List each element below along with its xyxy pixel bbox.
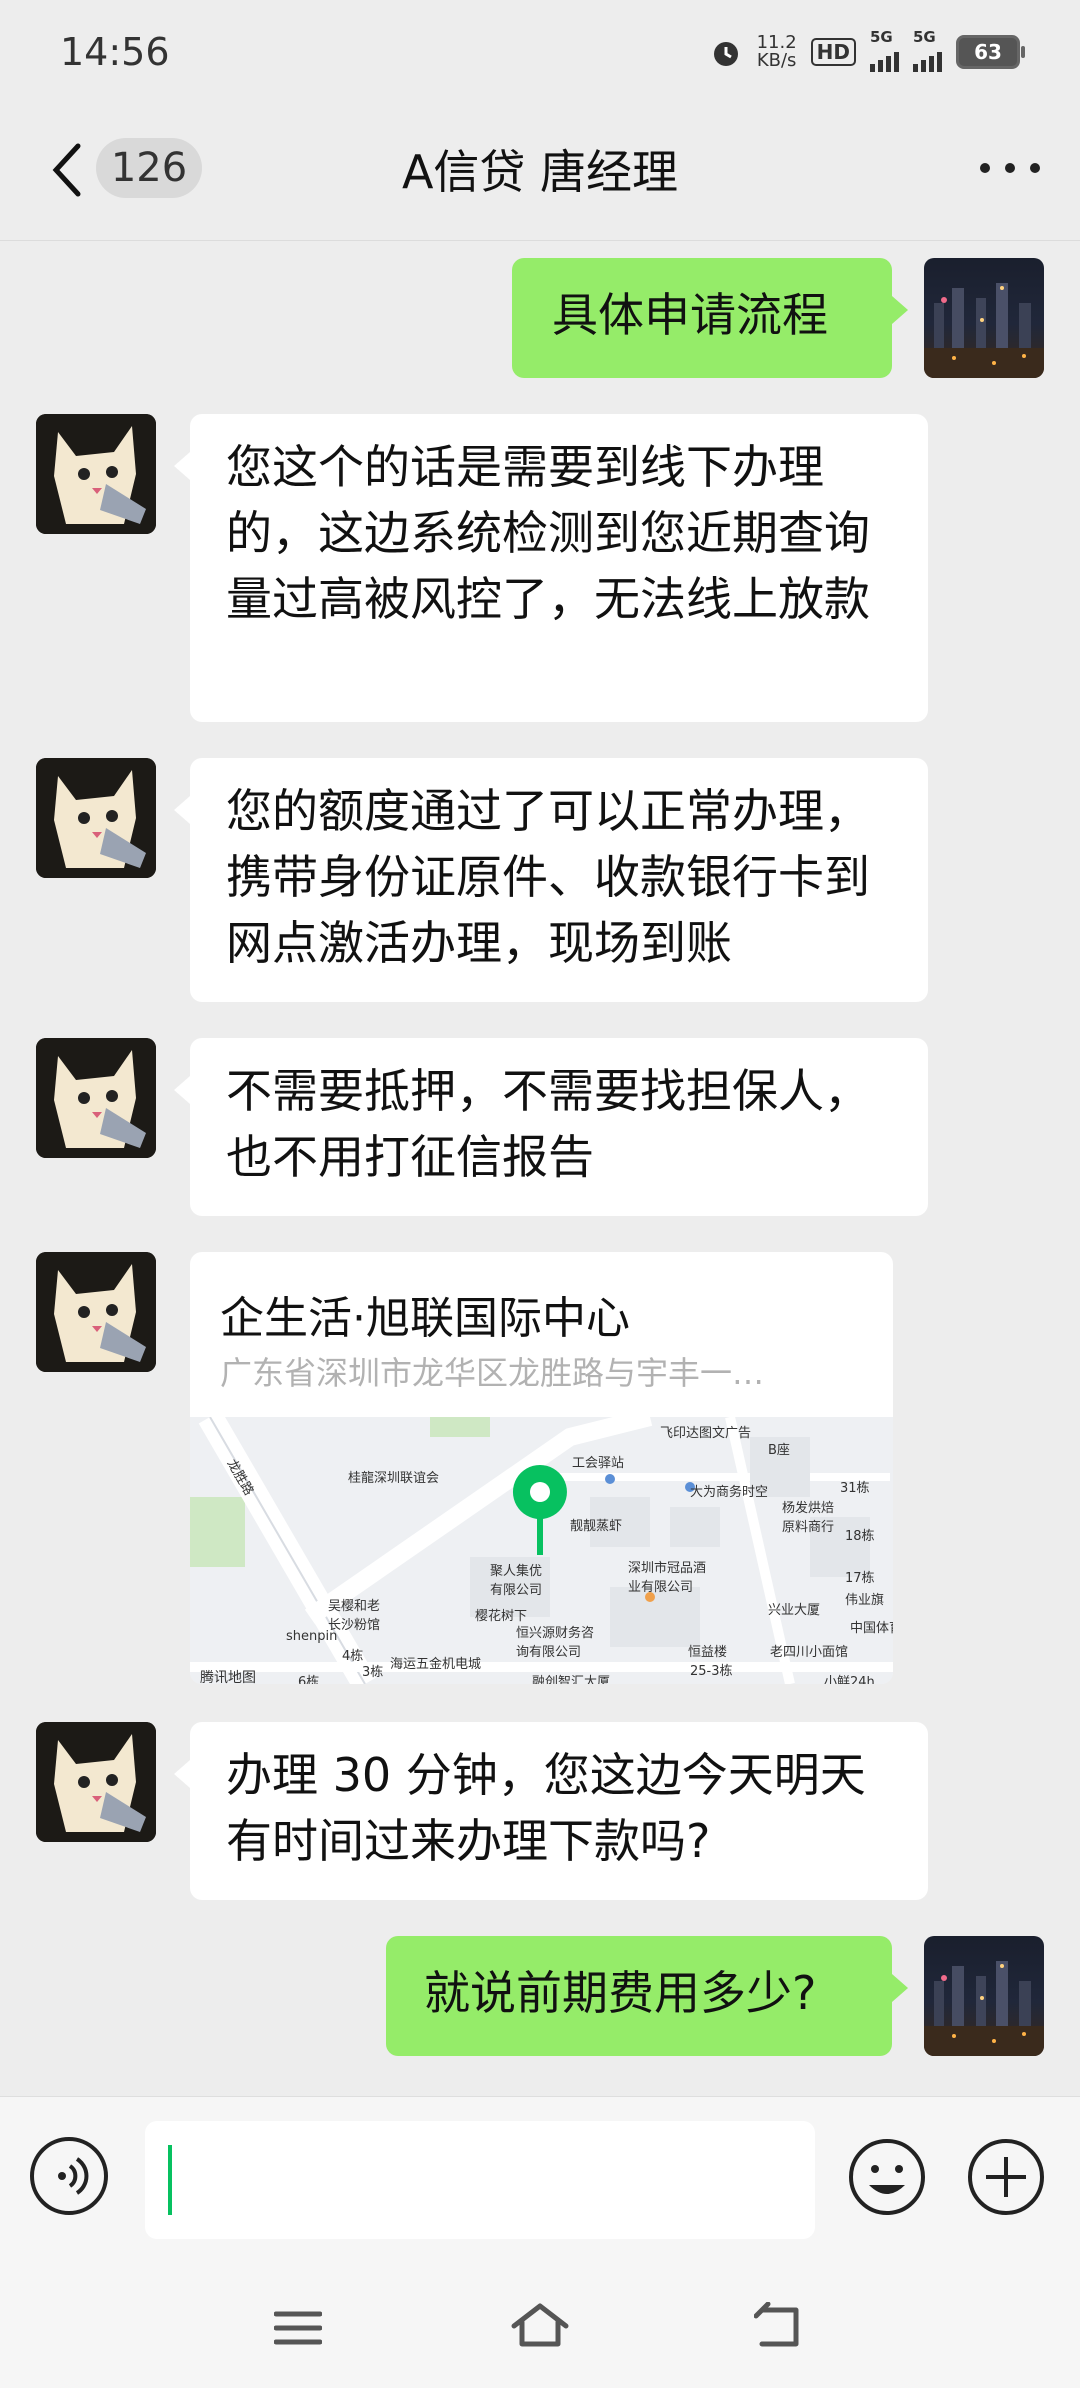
cartoon-cat-avatar-icon <box>36 1038 156 1158</box>
signal-sim1-icon: 5G <box>870 28 899 72</box>
plus-icon[interactable] <box>966 2137 1046 2217</box>
text-cursor <box>168 2145 172 2215</box>
location-map[interactable]: 龙胜路 桂龍深圳联谊会 工会驿站 飞印达图文广告 B座 大为商务时空 靓靓蒸虾 … <box>190 1417 893 1684</box>
menu-icon[interactable] <box>274 2308 322 2348</box>
map-pin-icon <box>512 1465 567 1555</box>
status-bar: 14:56 11.2 KB/s HD 5G 5G 63 <box>0 0 1080 110</box>
message-input[interactable] <box>145 2121 815 2239</box>
system-nav-bar <box>0 2256 1080 2388</box>
agent-avatar[interactable] <box>36 758 156 878</box>
cartoon-cat-avatar-icon <box>36 414 156 534</box>
voice-input-icon[interactable] <box>30 2137 108 2215</box>
cartoon-cat-avatar-icon <box>36 1252 156 1372</box>
my-message[interactable]: 就说前期费用多少? <box>386 1936 908 2056</box>
location-card[interactable]: 企生活·旭联国际中心 广东省深圳市龙华区龙胜路与宇丰一… 龙胜路 桂龍深圳联谊会… <box>190 1252 893 1684</box>
chat-title: A信贷 唐经理 <box>401 145 679 199</box>
agent-message[interactable]: 不需要抵押，不需要找担保人，也不用打征信报告 <box>174 1038 928 1216</box>
location-address: 广东省深圳市龙华区龙胜路与宇丰一… <box>220 1354 765 1392</box>
emoji-icon[interactable] <box>847 2137 927 2217</box>
cartoon-cat-avatar-icon <box>36 758 156 878</box>
header-divider <box>0 240 1080 241</box>
agent-avatar[interactable] <box>36 1038 156 1158</box>
more-options-icon[interactable] <box>980 158 1040 178</box>
agent-message[interactable]: 办理 30 分钟，您这边今天明天有时间过来办理下款吗? <box>174 1722 928 1900</box>
night-city-avatar-icon <box>924 283 1044 378</box>
cartoon-cat-avatar-icon <box>36 1722 156 1842</box>
agent-avatar[interactable] <box>36 1252 156 1372</box>
input-bar <box>0 2096 1080 2257</box>
agent-message[interactable]: 您这个的话是需要到线下办理的，这边系统检测到您近期查询量过高被风控了，无法线上放… <box>174 414 928 722</box>
status-time: 14:56 <box>60 30 170 74</box>
location-name: 企生活·旭联国际中心 <box>220 1293 630 1344</box>
night-city-avatar-icon <box>924 1961 1044 2056</box>
battery-icon: 63 <box>956 35 1025 69</box>
agent-message[interactable]: 您的额度通过了可以正常办理，携带身份证原件、收款银行卡到网点激活办理，现场到账 <box>174 758 928 1002</box>
my-avatar[interactable] <box>924 1936 1044 2056</box>
status-icons: 11.2 KB/s HD 5G 5G 63 <box>709 28 1025 72</box>
hd-badge: HD <box>810 38 856 66</box>
agent-avatar[interactable] <box>36 414 156 534</box>
chat-header: 126 A信贷 唐经理 <box>0 110 1080 240</box>
map-provider-label: 腾讯地图 <box>200 1670 256 1684</box>
net-speed: 11.2 KB/s <box>756 32 797 71</box>
back-icon[interactable] <box>754 2302 804 2350</box>
my-avatar[interactable] <box>924 258 1044 378</box>
home-icon[interactable] <box>510 2300 570 2350</box>
alarm-clock-icon <box>713 42 738 66</box>
agent-avatar[interactable] <box>36 1722 156 1842</box>
signal-sim2-icon: 5G <box>913 28 942 72</box>
my-message[interactable]: 具体申请流程 <box>512 258 908 378</box>
